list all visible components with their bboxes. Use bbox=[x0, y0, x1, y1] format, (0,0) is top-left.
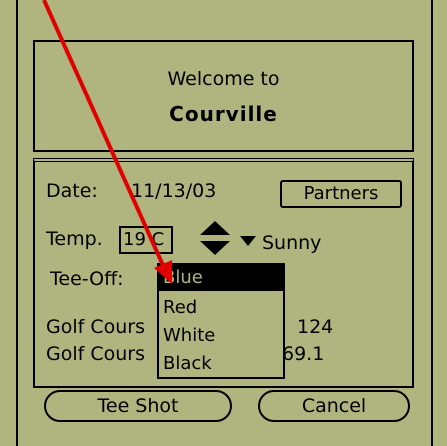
option-white[interactable]: White bbox=[159, 323, 283, 349]
option-red[interactable]: Red bbox=[159, 295, 283, 321]
golf-course-value-1: 124 bbox=[297, 316, 334, 338]
app-title: Courville bbox=[169, 102, 278, 126]
welcome-text: Welcome to bbox=[167, 68, 280, 90]
date-label: Date: bbox=[46, 180, 98, 202]
updown-arrows-icon[interactable] bbox=[196, 220, 234, 256]
left-frame-edge bbox=[16, 0, 18, 446]
option-blue[interactable]: Blue bbox=[159, 265, 283, 291]
date-value[interactable]: 11/13/03 bbox=[131, 180, 216, 202]
teeoff-dropdown-list[interactable]: Blue Red White Black bbox=[157, 263, 285, 379]
option-black[interactable]: Black bbox=[159, 351, 283, 377]
weather-value[interactable]: Sunny bbox=[262, 232, 321, 254]
temp-label: Temp. bbox=[46, 228, 103, 250]
dropdown-triangle-icon[interactable] bbox=[240, 236, 256, 246]
golf-course-value-2: 69.1 bbox=[282, 343, 325, 365]
golf-course-label-2: Golf Cours bbox=[46, 343, 145, 365]
temp-field[interactable]: 19 C bbox=[119, 226, 173, 254]
tee-shot-button[interactable]: Tee Shot bbox=[44, 390, 232, 422]
partners-button[interactable]: Partners bbox=[280, 180, 402, 208]
golf-course-label-1: Golf Cours bbox=[46, 316, 145, 338]
cancel-button[interactable]: Cancel bbox=[258, 390, 410, 422]
teeoff-label: Tee-Off: bbox=[50, 268, 124, 290]
right-frame-edge bbox=[431, 0, 433, 446]
welcome-panel bbox=[33, 40, 414, 152]
